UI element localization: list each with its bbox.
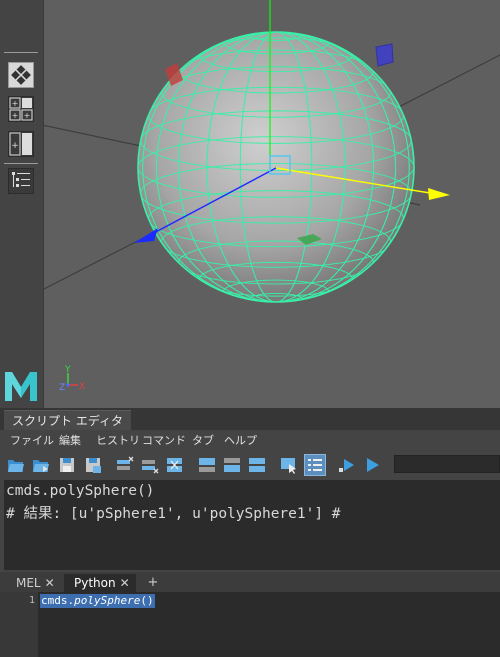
show-history-button[interactable] <box>198 456 216 474</box>
history-pane[interactable]: cmds.polySphere() # 結果: [u'pSphere1', u'… <box>4 480 500 570</box>
gizmo-y-label: Y <box>64 365 71 375</box>
svg-text:+: + <box>11 141 19 151</box>
language-tabs: MEL ✕ Python ✕ + <box>0 572 500 592</box>
load-script-button[interactable] <box>7 456 25 474</box>
clear-input-button[interactable] <box>141 456 159 474</box>
axis-orientation-gizmo: Y Z X <box>59 365 85 393</box>
xy-plane-handle <box>375 43 394 67</box>
code-line-selected[interactable]: cmds.polySphere() <box>40 594 155 608</box>
execute-all-button[interactable] <box>363 456 381 474</box>
show-input-button[interactable] <box>223 456 241 474</box>
show-line-numbers-button[interactable] <box>304 454 326 476</box>
line-number: 1 <box>28 595 35 606</box>
input-pane-icon <box>224 458 240 472</box>
two-view-icon: + <box>9 132 32 156</box>
outliner-icon <box>12 172 30 187</box>
show-both-button[interactable] <box>248 456 266 474</box>
clear-input-icon <box>142 460 159 474</box>
execute-selected-icon <box>339 459 354 472</box>
echo-all-commands-button[interactable] <box>280 456 298 474</box>
clear-history-button[interactable] <box>116 456 134 474</box>
clear-all-icon <box>167 458 182 472</box>
save-shelf-icon <box>86 458 101 473</box>
script-editor-titlebar: スクリプト エディタ <box>0 408 500 431</box>
code-suffix: () <box>140 594 154 607</box>
close-icon[interactable]: ✕ <box>45 576 55 590</box>
script-editor-title[interactable]: スクリプト エディタ <box>4 410 131 431</box>
history-line-command: cmds.polySphere() <box>6 483 155 499</box>
viewport[interactable]: + + + + Y Z X <box>0 0 500 408</box>
line-number-gutter: 1 <box>0 592 38 657</box>
maya-logo <box>4 370 38 402</box>
layout-two-view-button[interactable]: + <box>8 131 34 157</box>
scene-canvas[interactable] <box>0 0 500 408</box>
tab-mel[interactable]: MEL ✕ <box>10 574 62 592</box>
open-folder-icon <box>8 460 24 472</box>
new-tab-button[interactable]: + <box>140 574 166 592</box>
save-to-shelf-button[interactable] <box>84 456 102 474</box>
quick-help-field[interactable] <box>394 455 500 473</box>
menu-tab[interactable]: タブ <box>192 433 214 449</box>
menu-file[interactable]: ファイル <box>10 433 54 449</box>
svg-text:+: + <box>12 99 19 108</box>
svg-text:+: + <box>24 111 31 120</box>
x-axis-handle <box>428 188 450 200</box>
menu-command[interactable]: コマンド <box>142 433 186 449</box>
clear-all-button[interactable] <box>166 456 184 474</box>
clear-history-icon <box>117 456 134 470</box>
source-folder-icon <box>33 460 49 472</box>
menu-history[interactable]: ヒストリ <box>96 433 140 449</box>
diamond-icon <box>11 65 31 85</box>
outliner-button[interactable] <box>8 168 34 194</box>
layout-single-view-button[interactable] <box>8 62 34 88</box>
history-pane-icon <box>199 458 215 472</box>
toolbar-separator <box>4 52 38 53</box>
both-panes-icon <box>249 458 265 472</box>
close-icon[interactable]: ✕ <box>120 576 130 590</box>
toolbar-separator <box>4 163 38 164</box>
script-editor-panel: スクリプト エディタ ファイル 編集 ヒストリ コマンド タブ ヘルプ cmds… <box>0 408 500 657</box>
layout-four-view-button[interactable]: + + + <box>8 96 34 122</box>
menu-edit[interactable]: 編集 <box>59 433 81 449</box>
history-line-result: # 結果: [u'pSphere1', u'polySphere1'] # <box>6 506 341 522</box>
echo-icon <box>281 458 296 474</box>
gizmo-z-label: Z <box>59 383 65 393</box>
tab-python[interactable]: Python ✕ <box>64 574 136 592</box>
script-input-area[interactable]: 1 cmds.polySphere() <box>0 592 500 657</box>
code-prefix: cmds. <box>41 594 75 607</box>
source-script-button[interactable] <box>32 456 50 474</box>
code-function-name: polySphere <box>74 594 141 607</box>
tab-mel-label: MEL <box>16 576 41 590</box>
save-icon <box>60 458 74 472</box>
gizmo-x-label: X <box>79 382 85 392</box>
script-editor-menubar: ファイル 編集 ヒストリ コマンド タブ ヘルプ <box>0 430 500 452</box>
four-view-icon: + + + <box>9 97 33 121</box>
line-numbers-icon <box>308 459 322 471</box>
tab-python-label: Python <box>74 576 116 590</box>
menu-help[interactable]: ヘルプ <box>224 433 257 449</box>
execute-all-icon <box>367 458 379 472</box>
viewport-left-toolbar: + + + + <box>0 0 44 408</box>
svg-text:+: + <box>12 111 19 120</box>
save-script-button[interactable] <box>58 456 76 474</box>
execute-selected-button[interactable] <box>338 456 356 474</box>
